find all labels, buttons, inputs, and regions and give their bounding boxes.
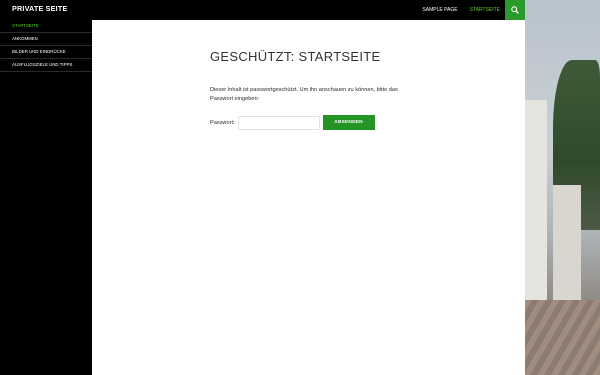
top-nav-links: SAMPLE PAGE STARTSEITE <box>422 0 500 20</box>
house-wall <box>525 100 547 300</box>
nav-item-sample-page[interactable]: SAMPLE PAGE <box>422 7 457 13</box>
protected-intro-text: Dieser Inhalt ist passwortgeschützt. Um … <box>210 87 398 102</box>
sidebar-item-bilder[interactable]: BILDER UND EINDRÜCKE <box>0 46 92 59</box>
sidebar-item-startseite[interactable]: STARTSEITE <box>0 20 92 33</box>
site-title[interactable]: PRIVATE SEITE <box>12 4 67 13</box>
sidebar: STARTSEITE ANKOMMEN BILDER UND EINDRÜCKE… <box>0 20 92 375</box>
house-wall-2 <box>553 185 581 305</box>
sidebar-item-ankommen[interactable]: ANKOMMEN <box>0 33 92 46</box>
paved-ground <box>525 300 600 375</box>
password-input[interactable] <box>237 115 320 130</box>
password-form: Passwort: ABSENDEN <box>210 115 375 130</box>
submit-button[interactable]: ABSENDEN <box>322 115 375 130</box>
search-button[interactable] <box>505 0 525 20</box>
sidebar-item-ausflugsziele[interactable]: AUSFLUGSZIELE UND TIPPS <box>0 59 92 72</box>
search-icon <box>511 6 519 14</box>
page-title: GESCHÜTZT: STARTSEITE <box>210 49 381 64</box>
nav-item-startseite[interactable]: STARTSEITE <box>470 7 500 13</box>
main-content: GESCHÜTZT: STARTSEITE Dieser Inhalt ist … <box>92 20 525 375</box>
background-photo <box>525 0 600 375</box>
top-navbar: PRIVATE SEITE SAMPLE PAGE STARTSEITE <box>0 0 525 20</box>
password-label: Passwort: <box>210 119 235 126</box>
